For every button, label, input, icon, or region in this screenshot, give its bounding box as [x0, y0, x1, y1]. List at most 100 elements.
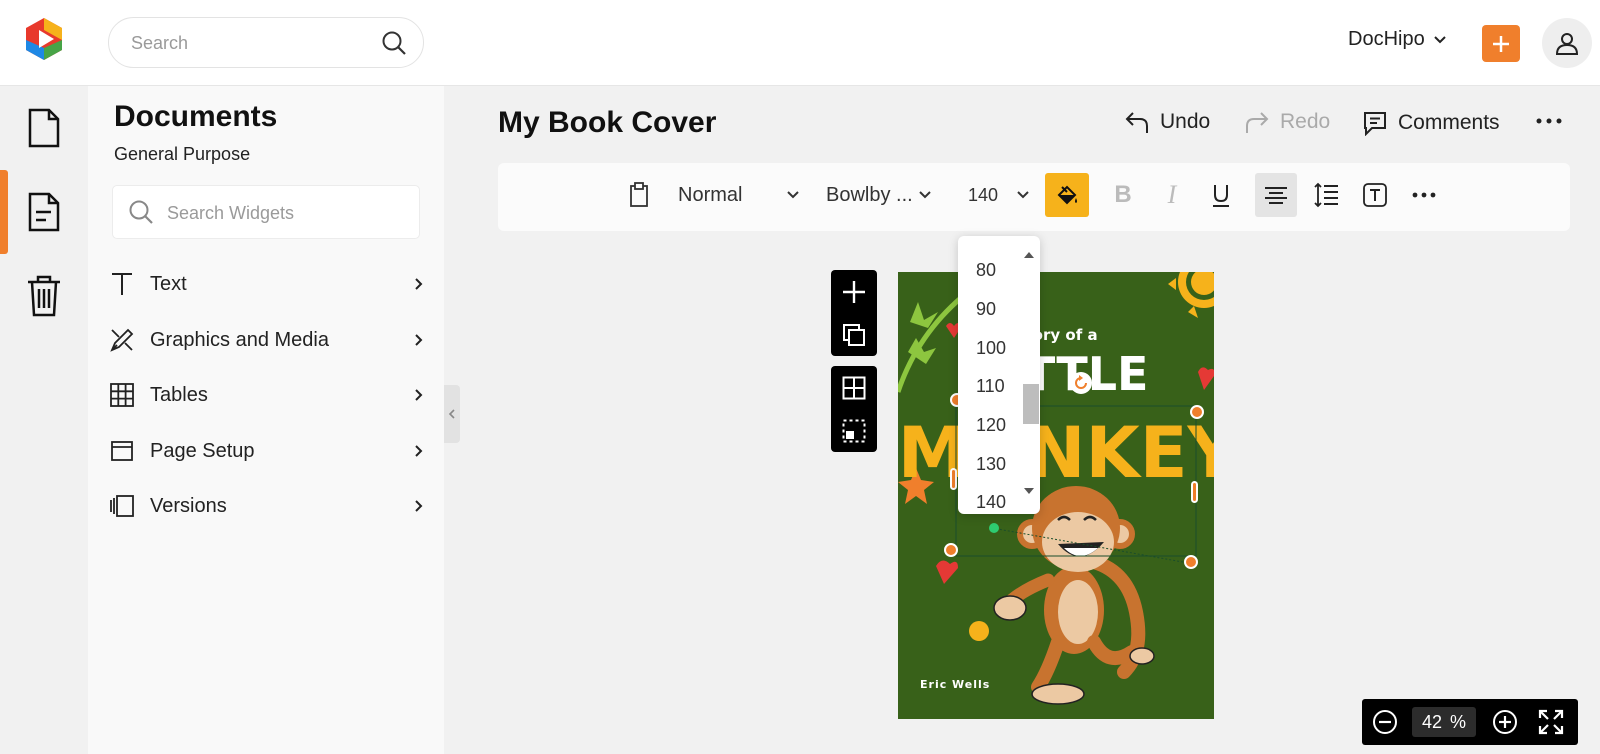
panel-item-text[interactable]: Text — [108, 260, 424, 308]
chevron-left-icon — [448, 408, 456, 420]
text-toolbar: Normal Bowlby ... 140 B I — [498, 163, 1570, 231]
trash-icon — [26, 275, 62, 317]
scroll-down-icon[interactable] — [1024, 488, 1034, 494]
resize-handle-br[interactable] — [1184, 555, 1198, 569]
left-rail — [0, 86, 88, 754]
font-size-option[interactable]: 130 — [976, 454, 1006, 475]
table-icon — [108, 381, 136, 409]
rotate-icon — [1073, 375, 1089, 391]
comments-label: Comments — [1398, 111, 1500, 134]
rail-item-my-docs[interactable] — [0, 170, 88, 254]
panel-title: Documents — [114, 100, 278, 133]
widget-search — [112, 185, 420, 239]
cover-title-main: MONKEY — [898, 412, 1214, 494]
search-icon[interactable] — [381, 30, 407, 56]
chevron-down-icon — [1433, 35, 1447, 45]
underline-icon[interactable] — [1203, 173, 1239, 217]
line-spacing-icon[interactable] — [1308, 173, 1344, 217]
font-family-value: Bowlby ... — [826, 183, 913, 206]
grid-icon[interactable] — [842, 376, 866, 400]
user-icon — [1555, 33, 1579, 55]
more-tools-icon[interactable] — [1406, 173, 1442, 217]
dochipo-logo[interactable] — [22, 16, 66, 62]
redo-label: Redo — [1280, 110, 1331, 133]
cover-artwork: The Story of a LITTLE MONKEY Eric Wells — [898, 272, 1214, 719]
undo-button[interactable]: Undo — [1124, 110, 1210, 134]
document-icon — [27, 107, 61, 149]
widgets-panel: Documents General Purpose Text Graphics … — [88, 86, 444, 754]
rail-item-documents[interactable] — [0, 86, 88, 170]
panel-item-label: Versions — [150, 494, 227, 517]
dropdown-scrollbar[interactable] — [1020, 248, 1039, 498]
undo-label: Undo — [1160, 110, 1211, 133]
font-family-select[interactable]: Bowlby ... — [824, 173, 934, 217]
zoom-out-icon[interactable] — [1372, 709, 1398, 735]
fullscreen-icon[interactable] — [1538, 709, 1564, 735]
font-size-value: 140 — [968, 184, 999, 205]
scroll-up-icon[interactable] — [1024, 252, 1034, 258]
file-text-icon — [27, 191, 61, 233]
zoom-unit: % — [1450, 711, 1467, 732]
clipboard-icon[interactable] — [624, 173, 654, 217]
search-input[interactable] — [131, 31, 361, 55]
panel-item-graphics[interactable]: Graphics and Media — [108, 316, 424, 364]
paragraph-style-select[interactable]: Normal — [674, 173, 804, 217]
document-title[interactable]: My Book Cover — [498, 106, 716, 140]
text-box-icon[interactable] — [1357, 173, 1393, 217]
panel-item-versions[interactable]: Versions — [108, 482, 424, 530]
resize-handle-right[interactable] — [1191, 481, 1198, 503]
collapse-panel-button[interactable] — [444, 385, 460, 443]
font-size-option[interactable]: 110 — [976, 376, 1005, 397]
account-dropdown[interactable]: DocHipo — [1348, 28, 1447, 51]
global-search — [108, 17, 424, 68]
undo-icon — [1124, 110, 1150, 134]
rotate-handle[interactable] — [1070, 372, 1092, 394]
plus-icon — [1493, 35, 1509, 52]
more-options-icon[interactable] — [1536, 117, 1562, 125]
align-center-icon[interactable] — [1255, 173, 1297, 217]
select-area-icon[interactable] — [842, 419, 866, 443]
font-size-option[interactable]: 120 — [976, 415, 1006, 436]
chevron-right-icon — [414, 499, 424, 513]
widget-search-input[interactable] — [167, 201, 407, 225]
font-size-option[interactable]: 140 — [976, 492, 1006, 513]
create-new-button[interactable] — [1482, 25, 1520, 62]
zoom-value: 42 — [1421, 711, 1442, 732]
zoom-level[interactable]: 42 % — [1412, 707, 1476, 737]
page-actions-box — [831, 270, 877, 356]
rail-item-trash[interactable] — [0, 254, 88, 338]
add-page-icon[interactable] — [842, 280, 866, 304]
top-bar: DocHipo — [0, 0, 1600, 86]
redo-icon — [1244, 110, 1270, 134]
user-avatar[interactable] — [1542, 18, 1592, 68]
chevron-right-icon — [414, 333, 424, 347]
panel-item-label: Tables — [150, 383, 208, 406]
resize-handle-bl[interactable] — [944, 543, 958, 557]
scrollbar-thumb[interactable] — [1023, 384, 1039, 424]
paragraph-style-value: Normal — [678, 183, 743, 206]
font-size-option[interactable]: 80 — [976, 260, 996, 281]
chevron-right-icon — [414, 444, 424, 458]
resize-handle-left[interactable] — [950, 468, 957, 490]
resize-handle-tr[interactable] — [1190, 405, 1204, 419]
bold-icon[interactable]: B — [1105, 173, 1141, 217]
comments-button[interactable]: Comments — [1362, 110, 1500, 136]
panel-item-tables[interactable]: Tables — [108, 371, 424, 419]
panel-item-label: Graphics and Media — [150, 328, 329, 351]
text-color-button[interactable] — [1045, 173, 1089, 217]
panel-subtitle: General Purpose — [114, 144, 251, 164]
font-size-option[interactable]: 100 — [976, 338, 1006, 359]
book-cover-canvas[interactable]: The Story of a LITTLE MONKEY Eric Wells — [898, 272, 1214, 719]
font-size-option[interactable]: 90 — [976, 299, 996, 320]
graphics-icon — [108, 326, 136, 354]
italic-icon[interactable]: I — [1154, 173, 1190, 217]
chevron-down-icon — [1016, 190, 1030, 200]
panel-item-page-setup[interactable]: Page Setup — [108, 427, 424, 475]
chevron-down-icon — [918, 190, 932, 200]
font-size-dropdown: 80 90 100 110 120 130 140 — [958, 236, 1040, 514]
font-size-select[interactable]: 140 — [968, 173, 1030, 217]
paint-bucket-icon — [1055, 183, 1079, 207]
zoom-in-icon[interactable] — [1492, 709, 1518, 735]
duplicate-page-icon[interactable] — [843, 324, 865, 346]
redo-button[interactable]: Redo — [1244, 110, 1330, 134]
